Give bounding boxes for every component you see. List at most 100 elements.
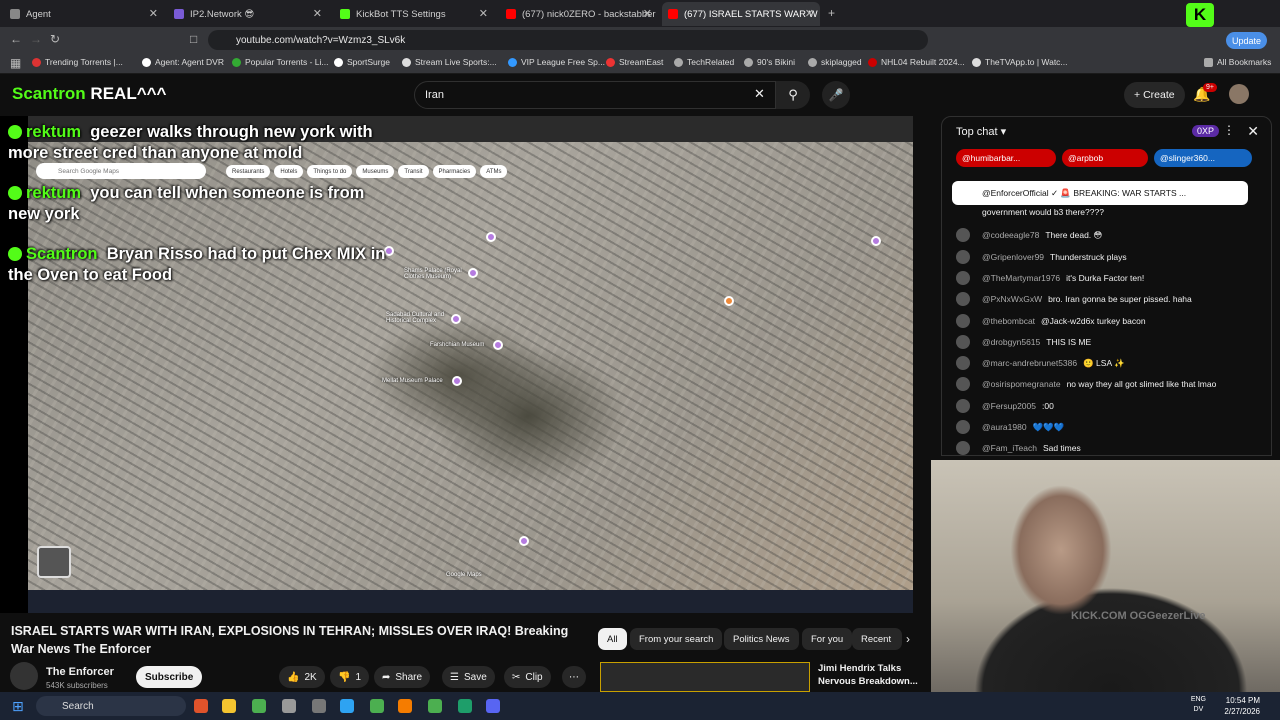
clip-button[interactable]: ✂ Clip bbox=[504, 666, 551, 688]
filter-chip[interactable]: Recent bbox=[852, 628, 902, 650]
top-chat-dropdown[interactable]: Top chat ▾ bbox=[956, 125, 1006, 138]
bookmark-item[interactable]: TheTVApp.to | Watc... bbox=[972, 57, 1068, 67]
chat-author[interactable]: @Fersup2005 bbox=[982, 401, 1036, 411]
discord-icon[interactable] bbox=[486, 699, 500, 713]
chat-author[interactable]: @thebombcat bbox=[982, 316, 1035, 326]
filter-chip[interactable]: Politics News bbox=[724, 628, 799, 650]
create-button[interactable]: + Create bbox=[1124, 82, 1185, 108]
channel-name[interactable]: The Enforcer bbox=[46, 666, 114, 678]
bookmark-item[interactable]: Stream Live Sports:... bbox=[402, 57, 497, 67]
pinned-message[interactable]: @EnforcerOfficial ✓ 🚨 BREAKING: WAR STAR… bbox=[952, 181, 1248, 205]
avatar[interactable] bbox=[956, 420, 970, 434]
chat-author[interactable]: @marc-andrebrunet5386 bbox=[982, 358, 1077, 368]
bookmark-item[interactable]: Agent: Agent DVR bbox=[142, 57, 224, 67]
app-icon[interactable] bbox=[312, 699, 326, 713]
chevron-right-icon[interactable]: › bbox=[906, 632, 910, 646]
super-chat-ticker[interactable]: @humibarbar... bbox=[956, 149, 1056, 167]
avatar[interactable] bbox=[956, 377, 970, 392]
chat-author[interactable]: @codeeagle78 bbox=[982, 230, 1039, 240]
bookmark-item[interactable]: Popular Torrents - Li... bbox=[232, 57, 328, 67]
super-chat-ticker[interactable]: @slinger360... bbox=[1154, 149, 1252, 167]
video-player[interactable]: Search Google Maps Restaurants Hotels Thin… bbox=[0, 116, 913, 613]
url-input[interactable]: youtube.com/watch?v=Wzmz3_SLv6k bbox=[208, 30, 928, 50]
taskbar-search[interactable]: Search bbox=[36, 696, 186, 716]
windows-start-icon[interactable]: ⊞ bbox=[12, 698, 24, 715]
search-button[interactable]: ⚲ bbox=[776, 81, 810, 109]
bookmark-item[interactable]: skiplagged bbox=[808, 57, 862, 67]
filter-chip[interactable]: From your search bbox=[630, 628, 723, 650]
avatar[interactable] bbox=[956, 313, 970, 328]
language-indicator[interactable]: ENG DV bbox=[1191, 695, 1206, 715]
browser-tab[interactable]: IP2.Network 😎 ✕ bbox=[168, 2, 328, 26]
browser-tab[interactable]: KickBot TTS Settings ✕ bbox=[334, 2, 494, 26]
chat-author[interactable]: @TheMartymar1976 bbox=[982, 273, 1060, 283]
browser-tab[interactable]: (677) nick0ZERO - backstabber - You✕ bbox=[500, 2, 658, 26]
folder-icon[interactable] bbox=[222, 699, 236, 713]
chat-author[interactable]: @PxNxWxGxW bbox=[982, 294, 1042, 304]
avatar[interactable] bbox=[956, 249, 970, 264]
dislike-button[interactable]: 👎 1 bbox=[330, 666, 370, 688]
subscribe-button[interactable]: Subscribe bbox=[136, 666, 203, 688]
more-vert-icon[interactable]: ⋮ bbox=[1223, 123, 1235, 137]
all-bookmarks[interactable]: All Bookmarks bbox=[1204, 57, 1271, 67]
bookmark-item[interactable]: 90's Bikini bbox=[744, 57, 795, 67]
bookmark-item[interactable]: NHL04 Rebuilt 2024... bbox=[868, 57, 965, 67]
map-chip: Restaurants bbox=[226, 165, 271, 178]
bookmark-item[interactable]: StreamEast bbox=[606, 57, 663, 67]
update-button[interactable]: Update bbox=[1226, 32, 1268, 49]
recommendation-thumbnail[interactable] bbox=[600, 662, 810, 692]
app-icon[interactable] bbox=[340, 699, 354, 713]
search-input[interactable]: Iran bbox=[414, 81, 776, 109]
chat-author[interactable]: @aura1980 bbox=[982, 422, 1027, 432]
mic-icon[interactable]: 🎤 bbox=[822, 81, 850, 109]
chrome-icon[interactable] bbox=[428, 699, 442, 713]
avatar[interactable] bbox=[956, 398, 970, 413]
filter-chip[interactable]: All bbox=[598, 628, 627, 650]
super-chat-ticker[interactable]: @arpbob bbox=[1062, 149, 1148, 167]
clear-search-icon[interactable]: ✕ bbox=[754, 86, 765, 102]
filter-chip[interactable]: For you bbox=[802, 628, 853, 650]
chat-author[interactable]: @Gripenlover99 bbox=[982, 252, 1044, 262]
bookmark-item[interactable]: SportSurge bbox=[334, 57, 390, 67]
close-tab-icon[interactable]: ✕ bbox=[643, 7, 652, 20]
like-button[interactable]: 👍 2K bbox=[279, 666, 325, 688]
close-tab-icon[interactable]: ✕ bbox=[805, 7, 814, 20]
recommendation-title[interactable]: Jimi Hendrix Talks Nervous Breakdown... bbox=[818, 662, 918, 688]
bookmark-item[interactable]: Trending Torrents |... bbox=[32, 57, 123, 67]
back-icon[interactable]: ← bbox=[10, 32, 22, 46]
avatar[interactable] bbox=[956, 270, 970, 285]
browser-tab[interactable]: Agent ✕ bbox=[4, 2, 164, 26]
avatar[interactable] bbox=[1229, 84, 1249, 104]
clock[interactable]: 10:54 PM 2/27/2026 bbox=[1224, 695, 1260, 717]
close-tab-icon[interactable]: ✕ bbox=[149, 7, 158, 20]
bookmark-item[interactable]: VIP League Free Sp... bbox=[508, 57, 605, 67]
chat-author[interactable]: @osirispomegranate bbox=[982, 379, 1061, 389]
vlc-icon[interactable] bbox=[398, 699, 412, 713]
avatar[interactable] bbox=[956, 334, 970, 349]
avatar[interactable] bbox=[956, 356, 970, 371]
bookmark-icon[interactable]: □ bbox=[190, 32, 197, 46]
app-icon[interactable] bbox=[282, 699, 296, 713]
chrome-icon[interactable] bbox=[252, 699, 266, 713]
chrome-icon[interactable] bbox=[370, 699, 384, 713]
close-icon[interactable]: ✕ bbox=[1247, 123, 1259, 140]
bookmark-item[interactable]: TechRelated bbox=[674, 57, 734, 67]
avatar[interactable] bbox=[956, 441, 970, 456]
app-icon[interactable] bbox=[458, 699, 472, 713]
avatar[interactable] bbox=[956, 228, 970, 243]
browser-tab[interactable]: (677) ISRAEL STARTS WAR W ✕ bbox=[662, 2, 820, 26]
apps-icon[interactable]: ▦ bbox=[10, 56, 21, 70]
chat-author[interactable]: @Fam_iTeach bbox=[982, 443, 1037, 453]
close-tab-icon[interactable]: ✕ bbox=[313, 7, 322, 20]
forward-icon[interactable]: → bbox=[30, 32, 42, 46]
chat-author[interactable]: @drobgyn5615 bbox=[982, 337, 1040, 347]
brave-icon[interactable] bbox=[194, 699, 208, 713]
reload-icon[interactable]: ↻ bbox=[50, 32, 60, 46]
save-button[interactable]: ☰ Save bbox=[442, 666, 495, 688]
close-tab-icon[interactable]: ✕ bbox=[479, 7, 488, 20]
new-tab-icon[interactable]: + bbox=[828, 6, 835, 20]
avatar[interactable] bbox=[956, 292, 970, 307]
share-button[interactable]: ➦ Share bbox=[374, 666, 431, 688]
more-button[interactable]: ⋯ bbox=[562, 666, 586, 688]
channel-avatar[interactable] bbox=[10, 662, 38, 690]
